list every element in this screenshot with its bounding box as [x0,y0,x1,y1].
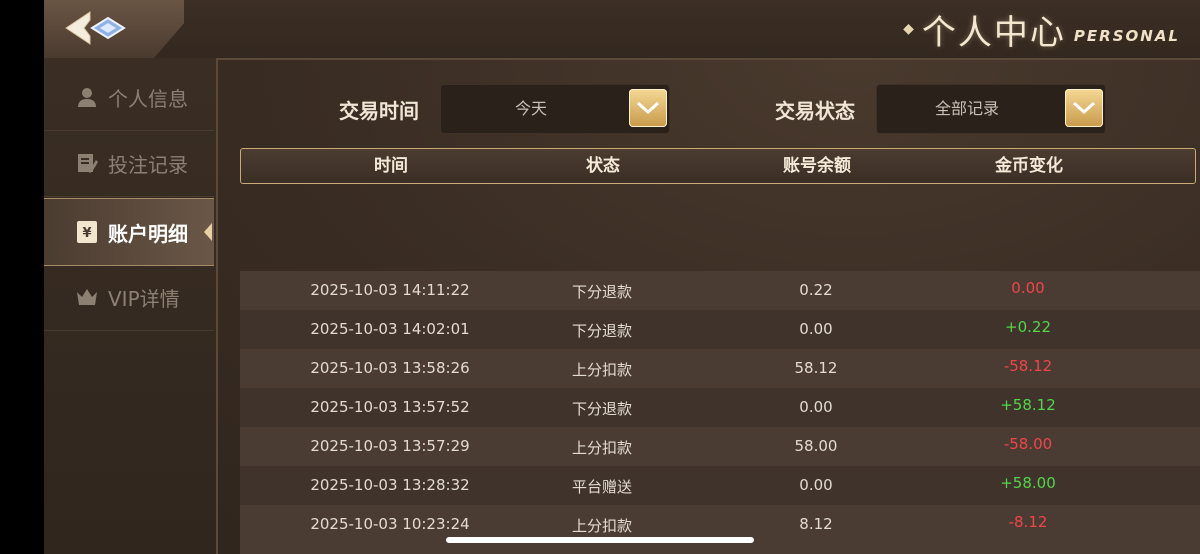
time-dropdown[interactable]: 今天 [440,84,670,134]
back-arrow-icon [65,11,126,45]
table-row: 2025-10-03 13:58:26 上分扣款 58.12 -58.12 [240,349,1200,388]
sidebar-item-personal-info[interactable]: 个人信息 [44,64,214,131]
table-row: 2025-10-03 13:57:29 上分扣款 58.00 -58.00 [240,427,1200,466]
time-filter-label: 交易时间 [339,99,419,123]
chevron-down-icon[interactable] [629,89,667,127]
status-filter-label: 交易状态 [775,99,855,123]
cell-status: 下分退款 [571,322,632,340]
table-row: 2025-10-03 14:11:22 下分退款 0.22 0.00 [240,271,1200,310]
cell-status: 上分扣款 [571,361,632,379]
cell-coin-change: -8.12 [1008,513,1048,531]
page-title-cn: 个人中心 [921,12,1066,53]
cell-balance: 0.22 [799,281,833,299]
page-title: ◆ 个人中心 PERSONAL [903,6,1180,53]
note-edit-icon [74,150,100,176]
cell-balance: 58.12 [794,359,838,377]
cell-time: 2025-10-03 13:58:26 [310,359,470,377]
column-header-time: 时间 [374,156,408,176]
table-row: 2025-10-03 10:23:24 上分扣款 8.12 -8.12 [240,505,1200,554]
back-button[interactable] [62,8,146,48]
sidebar-item-label: 投注记录 [108,152,188,177]
cell-balance: 58.00 [794,437,838,455]
table-row: 2025-10-03 13:28:32 平台赠送 0.00 +58.00 [240,466,1200,505]
status-dropdown-value: 全部记录 [934,99,999,118]
cell-coin-change: +58.00 [1000,474,1056,492]
cell-balance: 0.00 [799,398,833,416]
cell-coin-change: 0.00 [1011,279,1045,297]
cell-coin-change: -58.00 [1003,435,1053,453]
chevron-down-icon[interactable] [1065,89,1103,127]
cell-coin-change: -58.12 [1003,357,1053,375]
sidebar: 个人信息 投注记录 ¥ 账户明细 VIP详情 [44,58,218,554]
time-dropdown-value: 今天 [514,99,547,118]
sidebar-item-account-details[interactable]: ¥ 账户明细 [44,198,214,266]
column-header-balance: 账号余额 [783,156,851,176]
crown-icon [74,284,100,310]
column-header-coin-change: 金币变化 [995,156,1063,176]
cell-balance: 0.00 [799,476,833,494]
cell-time: 2025-10-03 13:57:29 [310,437,470,455]
cell-status: 下分退款 [571,400,632,418]
svg-text:¥: ¥ [82,226,91,241]
user-icon [74,84,100,110]
cell-time: 2025-10-03 13:28:32 [310,476,470,494]
cell-status: 平台赠送 [571,478,632,496]
home-indicator[interactable] [446,537,754,543]
table-row: 2025-10-03 13:57:52 下分退款 0.00 +58.12 [240,388,1200,427]
status-dropdown[interactable]: 全部记录 [876,84,1106,134]
sidebar-item-vip[interactable]: VIP详情 [44,264,214,331]
cell-coin-change: +58.12 [1000,396,1056,414]
sidebar-item-label: 账户明细 [108,221,188,246]
yuan-ledger-icon: ¥ [74,219,100,245]
cell-time: 2025-10-03 14:11:22 [310,281,470,299]
app-screen: ◆ 个人中心 PERSONAL 个人信息 投注记录 ¥ 账户明细 VIP详情 交… [44,0,1200,554]
cell-time: 2025-10-03 13:57:52 [310,398,470,416]
column-header-status: 状态 [586,156,620,176]
sidebar-item-bet-records[interactable]: 投注记录 [44,130,214,197]
cell-time: 2025-10-03 14:02:01 [310,320,470,338]
sidebar-item-label: 个人信息 [108,86,188,111]
cell-coin-change: +0.22 [1005,318,1051,336]
cell-balance: 0.00 [799,320,833,338]
table-header: 时间 状态 账号余额 金币变化 [240,148,1196,184]
table-row: 2025-10-03 14:02:01 下分退款 0.00 +0.22 [240,310,1200,349]
top-header: ◆ 个人中心 PERSONAL [44,0,1200,60]
cell-status: 下分退款 [571,283,632,301]
sidebar-item-label: VIP详情 [108,286,180,311]
diamond-icon: ◆ [903,21,914,37]
cell-status: 上分扣款 [571,439,632,457]
page-title-en: PERSONAL [1073,27,1180,45]
